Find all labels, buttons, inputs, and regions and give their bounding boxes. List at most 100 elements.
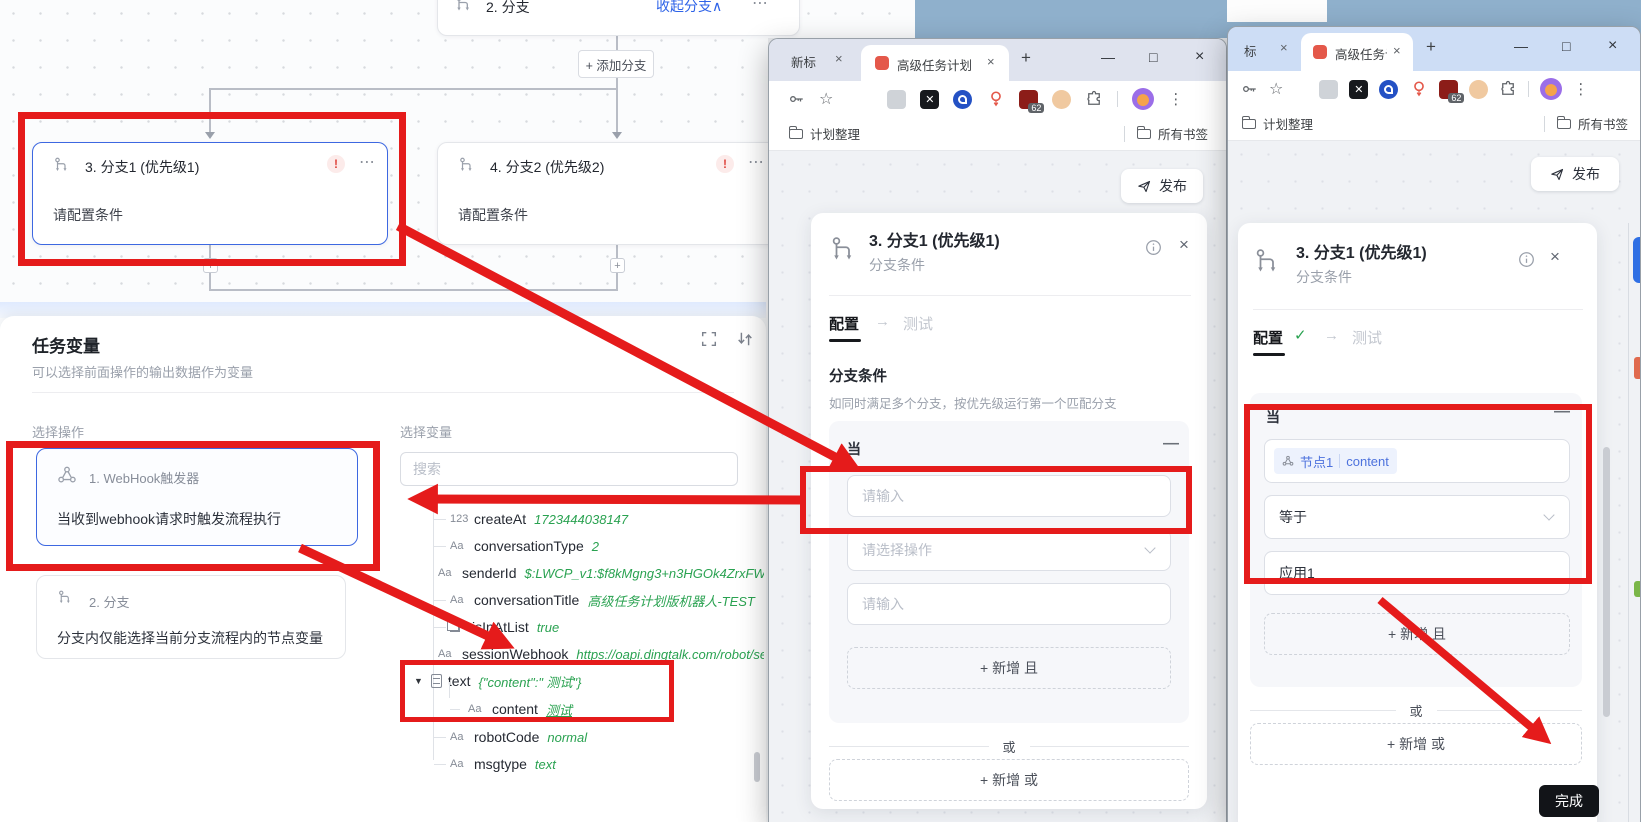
- variable-row[interactable]: 123 createAt 1723444038147: [434, 506, 764, 532]
- done-button[interactable]: 完成: [1539, 785, 1599, 817]
- new-tab-button[interactable]: +: [1021, 48, 1031, 68]
- condition-variable-field[interactable]: 节点1 content: [1264, 439, 1570, 483]
- tab-close-icon[interactable]: ×: [1393, 43, 1401, 58]
- node-branch-3[interactable]: 3. 分支1 (优先级1) ! ⋯ 请配置条件: [32, 142, 388, 245]
- condition-value-input[interactable]: [1264, 551, 1570, 595]
- node-branch-2[interactable]: 2. 分支 收起分支∧ ⋯: [437, 0, 800, 36]
- edge-widget-blue[interactable]: [1633, 237, 1640, 283]
- tab-close-icon[interactable]: ×: [987, 54, 995, 69]
- tab-close-icon[interactable]: ×: [1280, 40, 1288, 55]
- collapse-minus-icon[interactable]: —: [1163, 435, 1179, 453]
- window-minimize[interactable]: —: [1101, 49, 1115, 65]
- tab-active[interactable]: 高级任务计划 ×: [1301, 33, 1413, 71]
- extension-icon-dingtalk[interactable]: [1379, 79, 1399, 99]
- extension-icon-pin[interactable]: [986, 90, 1005, 109]
- extension-icon-pin[interactable]: [1409, 80, 1428, 99]
- all-bookmarks[interactable]: 所有书签: [1578, 114, 1628, 133]
- variable-row[interactable]: Aa robotCode normal: [434, 724, 764, 750]
- operation-card-branch[interactable]: 2. 分支 分支内仅能选择当前分支流程内的节点变量: [36, 575, 346, 659]
- variable-row-text[interactable]: ▼ text {"content":" 测试"}: [414, 668, 764, 694]
- variable-tag[interactable]: 节点1 content: [1274, 448, 1397, 474]
- collapse-branches-link[interactable]: 收起分支∧: [656, 0, 722, 16]
- extensions-puzzle-icon[interactable]: [1499, 80, 1517, 98]
- add-node-button[interactable]: +: [203, 258, 218, 273]
- tab-test[interactable]: 测试: [1352, 327, 1382, 348]
- extension-icon-badge[interactable]: 62: [1439, 79, 1465, 103]
- operation-card-webhook[interactable]: 1. WebHook触发器 当收到webhook请求时触发流程执行: [36, 448, 358, 546]
- bookmark-star-icon[interactable]: ☆: [1269, 79, 1283, 99]
- window-minimize[interactable]: —: [1514, 38, 1528, 54]
- add-or-button[interactable]: + 新增 或: [1250, 723, 1582, 765]
- key-icon[interactable]: [787, 90, 805, 108]
- extension-icon-x[interactable]: ✕: [920, 89, 940, 109]
- window-maximize[interactable]: □: [1149, 49, 1157, 65]
- extension-icon-grey[interactable]: [1319, 79, 1339, 99]
- condition-input-1[interactable]: [847, 475, 1171, 517]
- variable-row[interactable]: isInAtList true: [434, 614, 764, 640]
- variable-row[interactable]: Aa msgtype text: [434, 751, 764, 777]
- collapse-icon[interactable]: [736, 330, 754, 348]
- bookmark-folder[interactable]: 计划整理: [810, 124, 860, 143]
- extension-icon-dingtalk[interactable]: [953, 89, 973, 109]
- add-and-button[interactable]: + 新增 且: [1264, 613, 1570, 655]
- extension-icon-badge[interactable]: 62: [1019, 89, 1045, 113]
- node-branch-4[interactable]: 4. 分支2 (优先级2) ! ⋯ 请配置条件: [437, 142, 800, 245]
- extension-icon-face[interactable]: [1052, 89, 1072, 109]
- add-and-button[interactable]: + 新增 且: [847, 647, 1171, 689]
- all-bookmarks[interactable]: 所有书签: [1158, 124, 1208, 143]
- operator-select[interactable]: 等于: [1264, 495, 1570, 539]
- extension-icon-face[interactable]: [1469, 79, 1489, 99]
- browser-menu-icon[interactable]: ⋮: [1168, 90, 1183, 108]
- publish-button[interactable]: 发布: [1531, 157, 1619, 191]
- node-menu-icon[interactable]: ⋯: [748, 152, 765, 172]
- extension-icon-x[interactable]: ✕: [1349, 79, 1369, 99]
- tab-newtab[interactable]: 标: [1244, 41, 1264, 60]
- extension-icon-grey[interactable]: [887, 89, 907, 109]
- bookmark-star-icon[interactable]: ☆: [819, 89, 833, 109]
- type-string-icon: Aa: [438, 567, 452, 579]
- node-menu-icon[interactable]: ⋯: [752, 0, 769, 13]
- profile-avatar[interactable]: [1540, 78, 1563, 100]
- variable-row[interactable]: Aa senderId $:LWCP_v1:$f8kMgng3+n3HGOk4Z…: [434, 560, 764, 586]
- panel-close-icon[interactable]: ×: [1179, 235, 1189, 255]
- condition-input-2[interactable]: [847, 583, 1171, 625]
- node-menu-icon[interactable]: ⋯: [359, 152, 376, 172]
- window-close[interactable]: ×: [1195, 48, 1204, 66]
- expand-triangle-icon[interactable]: ▼: [414, 676, 423, 686]
- info-icon[interactable]: [1518, 251, 1535, 268]
- variable-row[interactable]: Aa sessionWebhook https://oapi.dingtalk.…: [434, 641, 764, 667]
- browser-menu-icon[interactable]: ⋮: [1573, 80, 1588, 98]
- tab-config[interactable]: 配置: [829, 313, 859, 334]
- condition-value-field[interactable]: [847, 583, 1171, 625]
- tab-newtab[interactable]: 新标: [791, 52, 825, 71]
- variable-row[interactable]: Aa conversationType 2: [434, 533, 764, 559]
- variable-row-content[interactable]: Aa content 测试: [450, 696, 764, 722]
- scrollbar-thumb[interactable]: [754, 752, 760, 782]
- bookmark-folder[interactable]: 计划整理: [1263, 114, 1313, 133]
- profile-avatar[interactable]: [1132, 88, 1155, 110]
- key-icon[interactable]: [1240, 80, 1258, 98]
- expand-icon[interactable]: [700, 330, 718, 348]
- window-close[interactable]: ×: [1608, 37, 1617, 55]
- condition-value-field[interactable]: [847, 475, 1171, 517]
- collapse-minus-icon[interactable]: —: [1554, 403, 1570, 421]
- add-branch-button[interactable]: + 添加分支: [578, 50, 654, 78]
- extensions-puzzle-icon[interactable]: [1085, 90, 1103, 108]
- tab-close-icon[interactable]: ×: [835, 51, 843, 66]
- scrollbar-thumb[interactable]: [1603, 447, 1610, 717]
- tab-config[interactable]: 配置: [1253, 327, 1283, 348]
- window-maximize[interactable]: □: [1562, 38, 1570, 54]
- new-tab-button[interactable]: +: [1426, 37, 1436, 57]
- publish-button[interactable]: 发布: [1121, 169, 1203, 203]
- tab-active[interactable]: 高级任务计划 ×: [861, 45, 1009, 81]
- search-input[interactable]: [400, 452, 738, 486]
- operator-select[interactable]: 请选择操作: [847, 529, 1171, 571]
- variable-search[interactable]: [400, 452, 738, 486]
- add-node-button[interactable]: +: [610, 258, 625, 273]
- condition-value-field[interactable]: [1264, 551, 1570, 595]
- add-or-button[interactable]: + 新增 或: [829, 759, 1189, 801]
- info-icon[interactable]: [1145, 239, 1162, 256]
- tab-test[interactable]: 测试: [903, 313, 933, 334]
- panel-close-icon[interactable]: ×: [1550, 247, 1560, 267]
- variable-row[interactable]: Aa conversationTitle 高级任务计划版机器人-TEST: [434, 587, 764, 613]
